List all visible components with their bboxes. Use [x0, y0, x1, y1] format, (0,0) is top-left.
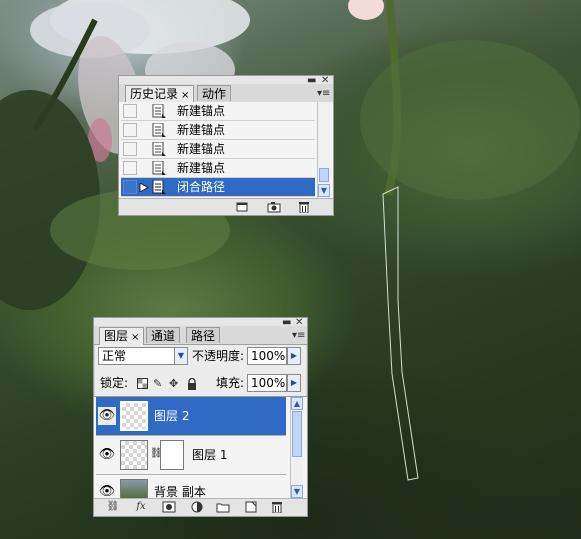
- history-list: 新建锚点 新建锚点 新建锚点 新建锚点 闭合路径 ▼: [119, 102, 333, 198]
- history-item[interactable]: 新建锚点: [121, 159, 315, 178]
- layers-footer: ⛓ fx: [94, 498, 307, 516]
- lock-all-icon[interactable]: [187, 378, 197, 390]
- delete-state-icon[interactable]: [297, 201, 311, 213]
- link-layers-icon[interactable]: ⛓: [106, 501, 120, 513]
- history-state-icon: [152, 104, 166, 118]
- lock-transparent-icon[interactable]: [137, 378, 148, 389]
- layer-row[interactable]: 👁 ⛓ 图层 1: [96, 436, 286, 475]
- scrollbar-thumb[interactable]: [292, 411, 302, 457]
- history-state-icon: [152, 161, 166, 175]
- new-group-icon[interactable]: [216, 501, 230, 513]
- scrollbar-thumb[interactable]: [319, 168, 329, 182]
- tab-history[interactable]: 历史记录 ×: [125, 85, 195, 103]
- tab-actions-label: 动作: [202, 87, 227, 101]
- scroll-down-button[interactable]: ▼: [318, 184, 330, 197]
- history-brush-source-box[interactable]: [123, 123, 137, 137]
- history-brush-source-box[interactable]: [123, 104, 137, 118]
- history-item-label: 新建锚点: [177, 161, 226, 175]
- tab-channels[interactable]: 通道: [146, 327, 181, 343]
- chevron-down-icon[interactable]: ▼: [174, 347, 188, 365]
- scroll-down-button[interactable]: ▼: [291, 485, 303, 498]
- history-state-icon: [152, 142, 166, 156]
- history-footer: [119, 198, 333, 215]
- history-brush-source-box[interactable]: [123, 180, 137, 194]
- history-item-label: 新建锚点: [177, 142, 226, 156]
- history-item-label: 新建锚点: [177, 104, 226, 118]
- layer-name[interactable]: 背景 副本: [154, 485, 206, 499]
- history-tab-row: 历史记录 × 动作 ▾≡: [119, 84, 333, 103]
- history-item[interactable]: 新建锚点: [121, 121, 315, 140]
- history-item[interactable]: 新建锚点: [121, 140, 315, 159]
- history-state-pointer-icon[interactable]: [139, 183, 149, 192]
- layer-mask-thumbnail[interactable]: [160, 440, 184, 470]
- eye-icon[interactable]: 👁: [98, 407, 116, 425]
- opacity-value: 100%: [251, 349, 286, 363]
- opacity-input[interactable]: 100%: [247, 347, 287, 365]
- tab-layers-label: 图层: [104, 329, 129, 343]
- history-brush-source-box[interactable]: [123, 142, 137, 156]
- tab-close-icon[interactable]: ×: [181, 90, 189, 101]
- fill-slider-button[interactable]: ▶: [287, 374, 301, 392]
- fill-label: 填充:: [216, 376, 245, 390]
- blend-mode-value: 正常: [102, 349, 127, 363]
- tab-paths[interactable]: 路径: [186, 327, 221, 343]
- tab-history-label: 历史记录: [130, 87, 179, 101]
- new-document-from-state-icon[interactable]: [235, 201, 249, 213]
- fill-value: 100%: [251, 376, 286, 390]
- lock-label: 锁定:: [100, 376, 129, 390]
- history-item-selected[interactable]: 闭合路径: [121, 178, 315, 197]
- panel-menu-icon[interactable]: ▾≡: [317, 89, 330, 99]
- lock-position-icon[interactable]: ✥: [169, 378, 178, 390]
- eye-icon[interactable]: 👁: [98, 446, 116, 464]
- tab-layers[interactable]: 图层 ×: [99, 327, 145, 345]
- scroll-up-button[interactable]: ▲: [291, 397, 303, 410]
- history-state-icon: [152, 180, 166, 194]
- history-state-icon: [152, 123, 166, 137]
- new-layer-icon[interactable]: [244, 501, 258, 513]
- layers-tab-row: 图层 × 通道 路径 ▾≡: [94, 326, 307, 345]
- history-scrollbar[interactable]: ▼: [317, 102, 330, 198]
- history-panel: ▬ ✕ 历史记录 × 动作 ▾≡ 新建锚点 新建锚点 新建锚点 新建锚点 闭合路…: [118, 75, 334, 216]
- adjustment-layer-icon[interactable]: [190, 501, 204, 513]
- lock-image-icon[interactable]: ✎: [153, 378, 162, 390]
- opacity-slider-button[interactable]: ▶: [287, 347, 301, 365]
- tab-actions[interactable]: 动作: [197, 85, 232, 101]
- layer-thumbnail: [120, 440, 148, 470]
- layer-name[interactable]: 图层 1: [192, 448, 227, 462]
- tab-channels-label: 通道: [151, 329, 176, 343]
- opacity-label: 不透明度:: [192, 349, 245, 363]
- history-item[interactable]: 新建锚点: [121, 102, 315, 121]
- layer-row[interactable]: 👁 背景 副本: [96, 475, 286, 499]
- delete-layer-icon[interactable]: [270, 501, 284, 513]
- tab-paths-label: 路径: [191, 329, 216, 343]
- panel-menu-icon[interactable]: ▾≡: [292, 331, 305, 341]
- fill-input[interactable]: 100%: [247, 374, 287, 392]
- layer-thumbnail: [120, 401, 148, 431]
- history-brush-source-box[interactable]: [123, 161, 137, 175]
- layers-scrollbar[interactable]: ▲ ▼: [290, 397, 303, 499]
- layer-list: 👁 图层 2 👁 ⛓ 图层 1 👁 背景 副本 ▲ ▼: [94, 396, 307, 499]
- layer-style-icon[interactable]: fx: [134, 501, 148, 513]
- history-item-label: 新建锚点: [177, 123, 226, 137]
- layers-panel: ▬ ✕ 图层 × 通道 路径 ▾≡ 正常 ▼ 不透明度: 100% ▶ 锁定: ✎…: [93, 317, 308, 517]
- tab-close-icon[interactable]: ×: [131, 332, 139, 343]
- layer-row-selected[interactable]: 👁 图层 2: [96, 397, 286, 436]
- new-snapshot-icon[interactable]: [267, 201, 281, 213]
- layer-name[interactable]: 图层 2: [154, 409, 189, 423]
- history-item-label: 闭合路径: [177, 180, 226, 194]
- eye-icon[interactable]: 👁: [98, 483, 116, 499]
- add-mask-icon[interactable]: [162, 501, 176, 513]
- layer-thumbnail: [120, 479, 148, 499]
